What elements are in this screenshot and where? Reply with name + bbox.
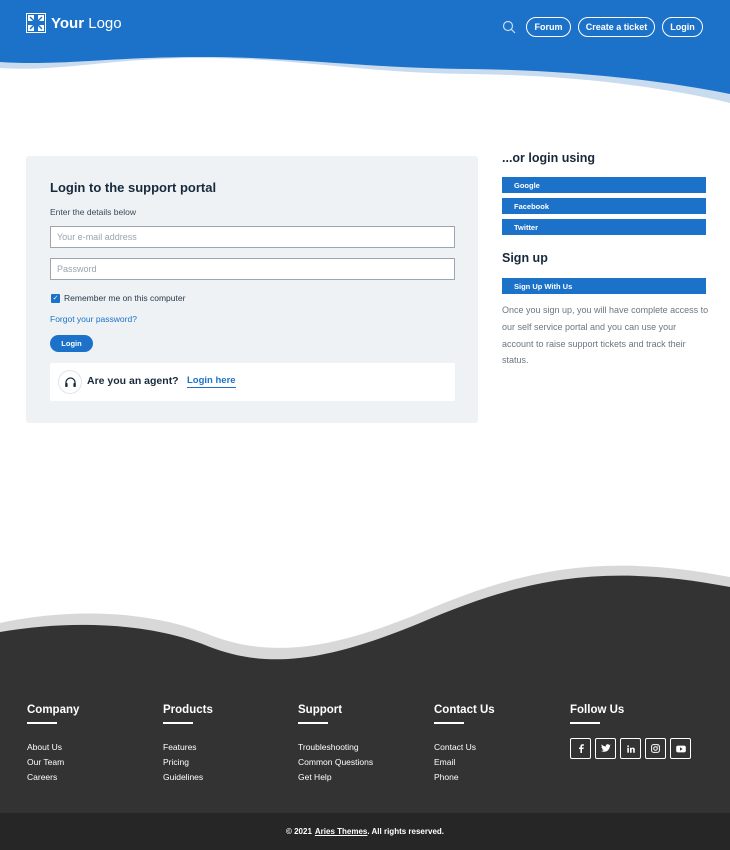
facebook-icon[interactable] bbox=[570, 738, 591, 759]
footer-heading: Support bbox=[298, 704, 343, 716]
footer-link[interactable]: Pricing bbox=[163, 755, 213, 770]
remember-checkbox[interactable]: ✓ bbox=[51, 293, 60, 303]
site-header: Your Logo Forum Create a ticket Login bbox=[0, 0, 730, 110]
footer-link[interactable]: Email bbox=[434, 755, 495, 770]
youtube-icon[interactable] bbox=[670, 738, 691, 759]
copyright-brand-link[interactable]: Aries Themes bbox=[315, 827, 367, 836]
footer-heading: Products bbox=[163, 704, 213, 716]
instagram-icon[interactable] bbox=[645, 738, 666, 759]
footer-heading: Follow Us bbox=[570, 704, 625, 716]
login-card: Login to the support portal Enter the de… bbox=[26, 156, 478, 423]
headset-icon bbox=[58, 370, 82, 394]
footer-heading: Company bbox=[27, 704, 80, 716]
footer-link[interactable]: Features bbox=[163, 740, 213, 755]
signup-button[interactable]: Sign Up With Us bbox=[502, 278, 706, 294]
twitter-icon[interactable] bbox=[595, 738, 616, 759]
linkedin-icon[interactable] bbox=[620, 738, 641, 759]
footer-link[interactable]: Contact Us bbox=[434, 740, 495, 755]
footer-divider bbox=[163, 722, 193, 724]
footer-column-products: Products Features Pricing Guidelines bbox=[163, 704, 213, 785]
footer-link[interactable]: Careers bbox=[27, 770, 79, 785]
copyright-bar: © 2021 Aries Themes . All rights reserve… bbox=[0, 813, 730, 850]
search-icon[interactable] bbox=[502, 20, 516, 34]
forgot-password-link[interactable]: Forgot your password? bbox=[50, 314, 137, 324]
social-login-title: ...or login using bbox=[502, 151, 596, 165]
agent-question: Are you an agent? bbox=[87, 375, 179, 387]
signup-description: Once you sign up, you will have complete… bbox=[502, 305, 709, 366]
remember-label: Remember me on this computer bbox=[64, 293, 186, 303]
copyright-prefix: © 2021 bbox=[285, 827, 312, 836]
footer-divider bbox=[434, 722, 464, 724]
footer-column-follow: Follow Us bbox=[570, 704, 691, 759]
agent-login-box: Are you an agent? Login here bbox=[50, 363, 455, 401]
footer-link[interactable]: Troubleshooting bbox=[298, 740, 373, 755]
site-logo[interactable]: Your Logo bbox=[26, 13, 122, 33]
copyright-suffix: . All rights reserved. bbox=[367, 827, 444, 836]
footer-divider bbox=[570, 722, 600, 724]
signup-title: Sign up bbox=[502, 251, 548, 265]
footer-link[interactable]: Get Help bbox=[298, 770, 373, 785]
footer-link[interactable]: About Us bbox=[27, 740, 79, 755]
facebook-login-button[interactable]: Facebook bbox=[502, 198, 706, 214]
nav-forum-button[interactable]: Forum bbox=[526, 17, 571, 37]
footer-link[interactable]: Guidelines bbox=[163, 770, 213, 785]
footer-heading: Contact Us bbox=[434, 704, 495, 716]
footer-column-contact: Contact Us Contact Us Email Phone bbox=[434, 704, 495, 785]
agent-login-link[interactable]: Login here bbox=[187, 375, 236, 388]
social-icons bbox=[570, 738, 691, 759]
footer-link[interactable]: Phone bbox=[434, 770, 495, 785]
nav-login-button[interactable]: Login bbox=[662, 17, 703, 37]
email-input[interactable] bbox=[50, 226, 455, 248]
login-subtitle: Enter the details below bbox=[50, 207, 136, 217]
login-title: Login to the support portal bbox=[50, 180, 217, 195]
footer-link[interactable]: Common Questions bbox=[298, 755, 373, 770]
logo-icon bbox=[26, 13, 46, 33]
footer-link[interactable]: Our Team bbox=[27, 755, 79, 770]
remember-me[interactable]: ✓ Remember me on this computer bbox=[51, 293, 185, 303]
google-login-button[interactable]: Google bbox=[502, 177, 706, 193]
twitter-login-button[interactable]: Twitter bbox=[502, 219, 706, 235]
logo-text: Your Logo bbox=[51, 14, 122, 32]
login-button[interactable]: Login bbox=[50, 335, 93, 352]
footer-column-company: Company About Us Our Team Careers bbox=[27, 704, 79, 785]
nav-create-ticket-button[interactable]: Create a ticket bbox=[578, 17, 655, 37]
footer-divider bbox=[27, 722, 57, 724]
footer-column-support: Support Troubleshooting Common Questions… bbox=[298, 704, 373, 785]
password-input[interactable] bbox=[50, 258, 455, 280]
footer-divider bbox=[298, 722, 328, 724]
